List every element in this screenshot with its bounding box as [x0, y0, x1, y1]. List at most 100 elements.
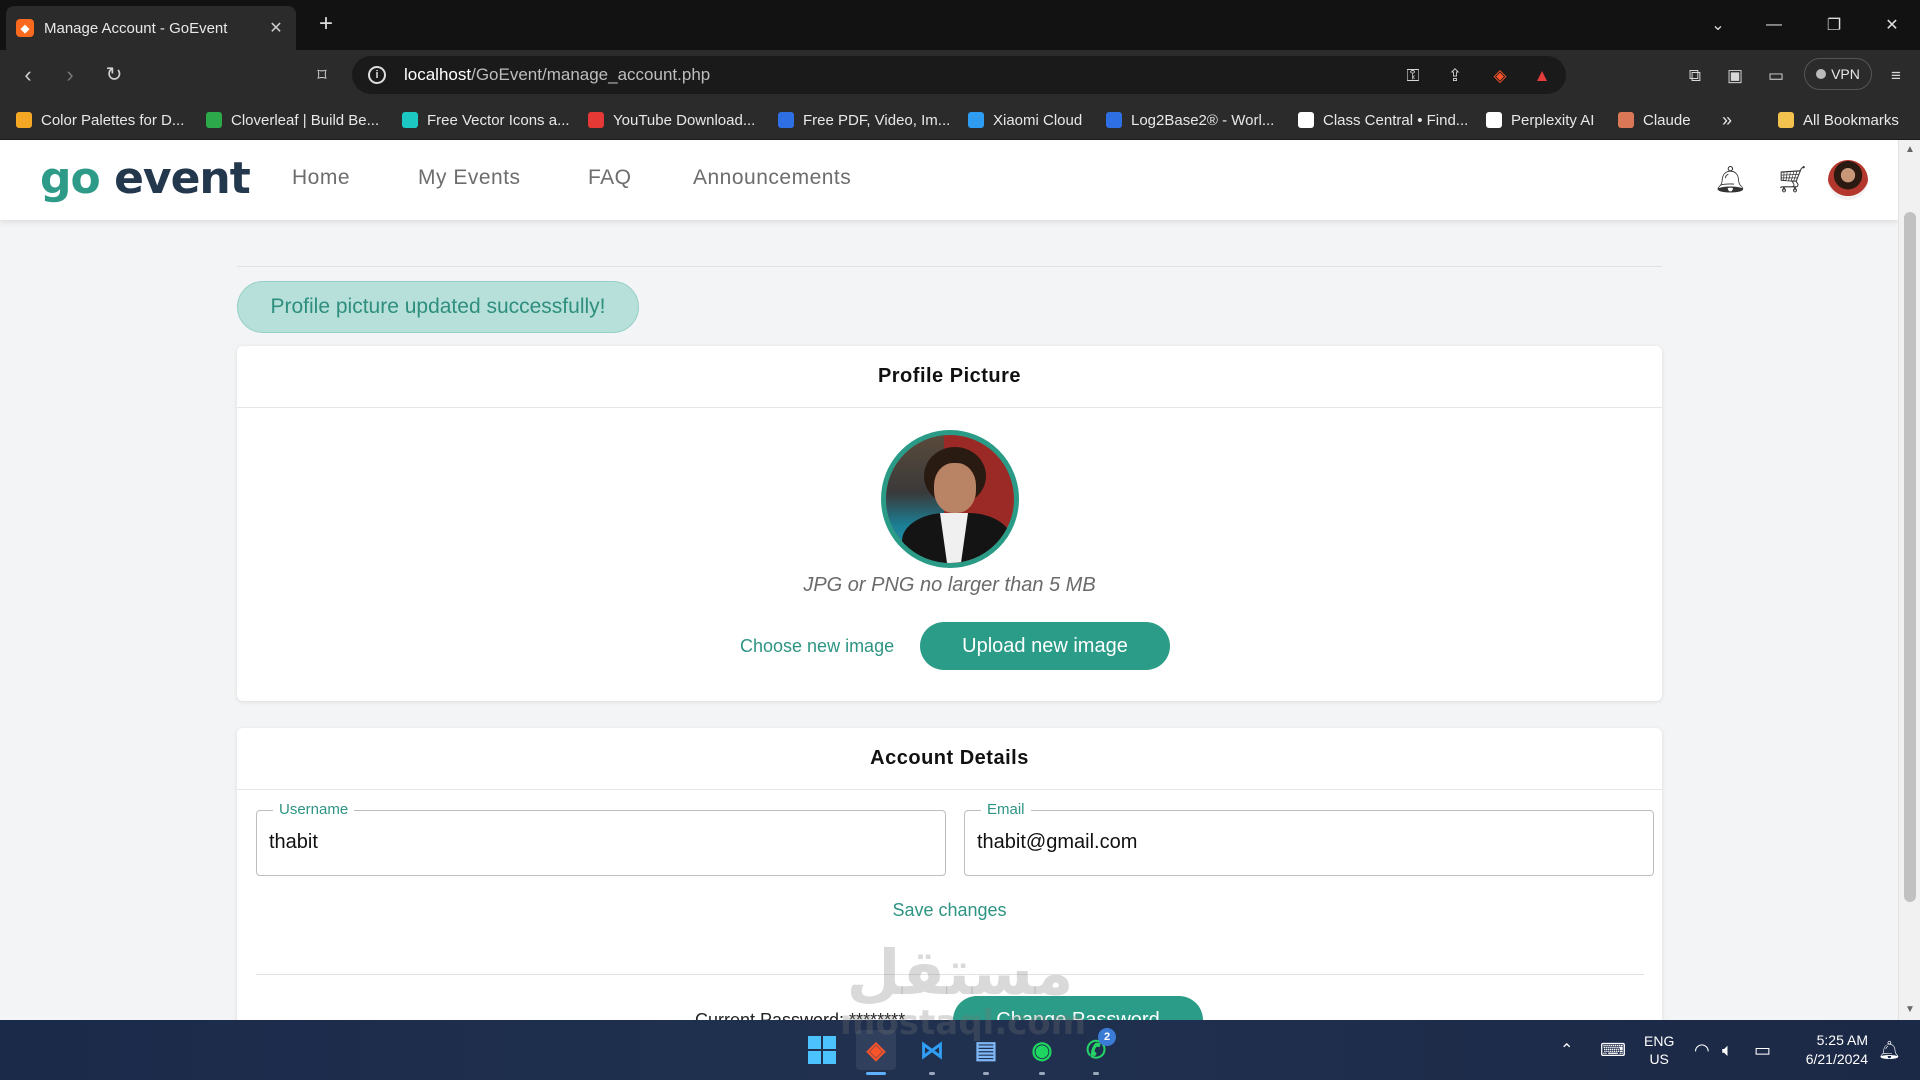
url-path: /GoEvent/manage_account.php: [471, 65, 711, 84]
cart-icon[interactable]: 🛒︎: [1776, 164, 1809, 196]
email-field[interactable]: Email thabit@gmail.com: [964, 801, 1654, 876]
volume-icon[interactable]: 🔈︎: [1722, 1020, 1733, 1080]
windows-start-icon[interactable]: [802, 1030, 842, 1070]
vpn-status-icon: [1816, 69, 1827, 79]
clock-time: 5:25 AM: [1816, 1032, 1868, 1048]
share-icon[interactable]: ⇪: [1443, 64, 1467, 88]
bookmark-item[interactable]: Class Central • Find...: [1298, 108, 1468, 132]
bookmark-label: Log2Base2® - Worl...: [1131, 111, 1275, 129]
account-details-card: Account Details Username thabit Email th…: [237, 728, 1662, 1020]
back-arrow-icon[interactable]: ‹: [14, 62, 42, 88]
scrollbar-thumb[interactable]: [1904, 212, 1916, 902]
bookmark-item[interactable]: Log2Base2® - Worl...: [1106, 108, 1274, 132]
all-bookmarks-button[interactable]: All Bookmarks: [1778, 108, 1899, 132]
address-bar[interactable]: i localhost/GoEvent/manage_account.php: [352, 56, 1566, 94]
notification-bell-icon[interactable]: 🔔︎: [1878, 1020, 1901, 1080]
extensions-icon[interactable]: ⧉: [1683, 64, 1707, 88]
windows-logo-icon: [808, 1036, 836, 1064]
show-hidden-icons-chevron-icon[interactable]: ⌃: [1560, 1020, 1573, 1080]
spotify-icon[interactable]: ◉: [1022, 1030, 1062, 1070]
current-password-label: Current Password: ********: [695, 1010, 906, 1020]
brave-rewards-icon[interactable]: ▲: [1530, 64, 1554, 88]
nav-announcements[interactable]: Announcements: [693, 166, 851, 190]
bookmark-favicon-icon: [1106, 112, 1122, 128]
bookmark-label: Cloverleaf | Build Be...: [231, 111, 380, 129]
windows-taskbar: ◈ ⋈ ▤ ◉ ✆ 2 ⌃ ⌨ ENG US ◠ 🔈︎ ▭ 5:25 AM 6/…: [0, 1020, 1920, 1080]
more-bookmarks-chevron-icon[interactable]: »: [1722, 108, 1732, 132]
xampp-favicon-icon: ◆: [16, 19, 34, 37]
battery-icon[interactable]: ▭: [1754, 1020, 1771, 1080]
bookmark-item[interactable]: Perplexity AI: [1486, 108, 1594, 132]
bookmark-label: Xiaomi Cloud: [993, 111, 1083, 129]
goevent-logo[interactable]: go event: [40, 154, 251, 204]
menu-icon[interactable]: ≡: [1884, 64, 1908, 88]
bookmark-item[interactable]: Claude: [1618, 108, 1691, 132]
success-alert: Profile picture updated successfully!: [237, 281, 639, 333]
bookmark-label: Class Central • Find...: [1323, 111, 1469, 129]
bookmark-favicon-icon: [16, 112, 32, 128]
tab-title: Manage Account - GoEvent: [44, 19, 228, 37]
brave-browser-icon[interactable]: ◈: [856, 1030, 896, 1070]
reload-icon[interactable]: ↻: [100, 62, 128, 88]
site-navbar: go event Home My Events FAQ Announcement…: [0, 140, 1898, 220]
vscode-icon[interactable]: ⋈: [912, 1030, 952, 1070]
app-indicator: [1093, 1072, 1099, 1075]
wallet-icon[interactable]: ▭: [1764, 64, 1788, 88]
vpn-button[interactable]: VPN: [1804, 58, 1872, 90]
new-tab-button[interactable]: +: [312, 10, 340, 38]
sidebar-toggle-icon[interactable]: ▣: [1723, 64, 1747, 88]
folder-icon: [1778, 112, 1794, 128]
bookmark-item[interactable]: Free PDF, Video, Im...: [778, 108, 950, 132]
app-indicator: [1039, 1072, 1045, 1075]
bookmark-item[interactable]: YouTube Download...: [588, 108, 755, 132]
vpn-label: VPN: [1831, 66, 1860, 82]
active-app-indicator: [866, 1072, 886, 1075]
bookmark-favicon-icon: [206, 112, 222, 128]
upload-image-button[interactable]: Upload new image: [920, 622, 1170, 670]
file-hint-text: JPG or PNG no larger than 5 MB: [803, 574, 1096, 596]
brave-shields-icon[interactable]: ◈: [1488, 64, 1512, 88]
card-title: Profile Picture: [237, 346, 1662, 408]
password-key-icon[interactable]: ⚿: [1401, 64, 1425, 88]
bookmark-label: Perplexity AI: [1511, 111, 1595, 129]
bookmark-item[interactable]: Cloverleaf | Build Be...: [206, 108, 379, 132]
site-info-icon[interactable]: i: [368, 66, 386, 84]
email-label: Email: [981, 801, 1031, 818]
minimize-button[interactable]: —: [1746, 0, 1802, 50]
bookmark-item[interactable]: Xiaomi Cloud: [968, 108, 1082, 132]
tab-close-icon[interactable]: ✕: [266, 18, 286, 38]
bookmark-favicon-icon: [1618, 112, 1634, 128]
bookmark-item[interactable]: Free Vector Icons a...: [402, 108, 570, 132]
nav-faq[interactable]: FAQ: [588, 166, 632, 190]
tab-search-chevron-icon[interactable]: ⌄: [1690, 0, 1746, 50]
notepad-icon[interactable]: ▤: [966, 1030, 1006, 1070]
close-window-button[interactable]: ✕: [1864, 0, 1920, 50]
bookmark-page-icon[interactable]: ⌑: [308, 62, 336, 88]
page-scrollbar[interactable]: ▲ ▼: [1898, 140, 1920, 1020]
notification-badge: 2: [1098, 1028, 1116, 1046]
clock[interactable]: 5:25 AM 6/21/2024: [1792, 1020, 1868, 1080]
save-changes-button[interactable]: Save changes: [237, 900, 1662, 921]
app-indicator: [929, 1072, 935, 1075]
scroll-down-arrow-icon[interactable]: ▼: [1899, 1004, 1920, 1015]
avatar[interactable]: [1828, 160, 1868, 200]
wifi-icon[interactable]: ◠: [1694, 1020, 1710, 1080]
card-title: Account Details: [237, 728, 1662, 790]
whatsapp-icon[interactable]: ✆ 2: [1076, 1028, 1116, 1070]
bookmark-item[interactable]: Color Palettes for D...: [16, 108, 184, 132]
touch-keyboard-icon[interactable]: ⌨: [1600, 1020, 1626, 1080]
bookmark-favicon-icon: [1298, 112, 1314, 128]
language-indicator[interactable]: ENG US: [1644, 1020, 1674, 1080]
nav-my-events[interactable]: My Events: [418, 166, 521, 190]
scroll-up-arrow-icon[interactable]: ▲: [1899, 144, 1920, 155]
forward-arrow-icon[interactable]: ›: [56, 62, 84, 88]
choose-image-button[interactable]: Choose new image: [740, 636, 894, 657]
bell-icon[interactable]: 🔔︎: [1714, 164, 1747, 196]
change-password-button[interactable]: Change Password: [953, 996, 1203, 1020]
bookmark-label: YouTube Download...: [613, 111, 756, 129]
username-field[interactable]: Username thabit: [256, 801, 946, 876]
restore-button[interactable]: ❐: [1806, 0, 1862, 50]
keyboard-layout: US: [1649, 1051, 1669, 1067]
nav-home[interactable]: Home: [292, 166, 350, 190]
browser-tab-active[interactable]: ◆ Manage Account - GoEvent ✕: [6, 6, 296, 50]
